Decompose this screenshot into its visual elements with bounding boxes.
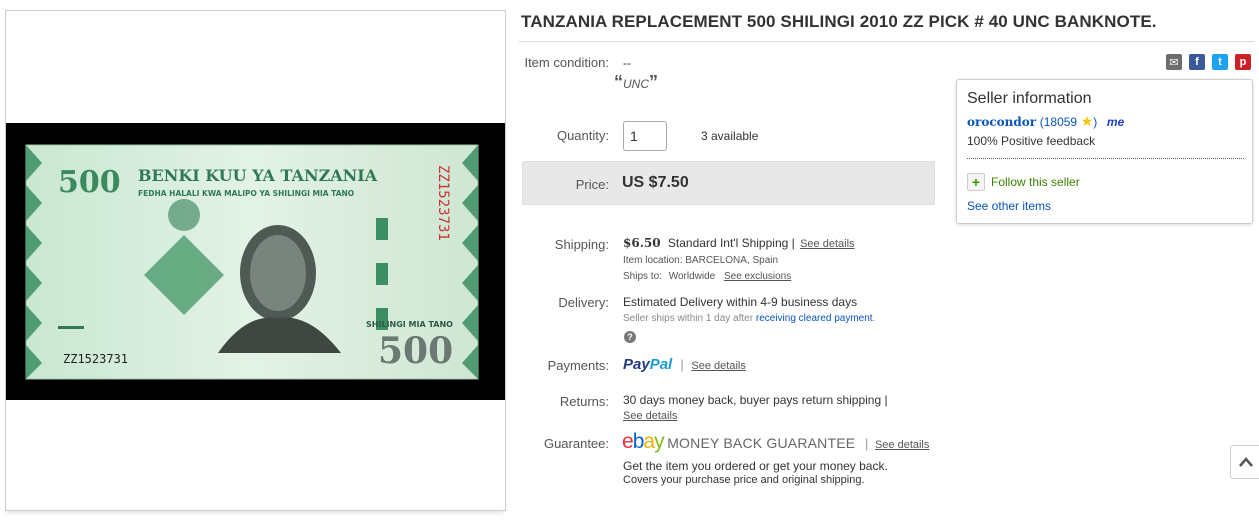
item-location: Item location: BARCELONA, Spain xyxy=(623,255,779,266)
money-back-guarantee: MONEY BACK GUARANTEE xyxy=(667,435,856,451)
note-subtitle: FEDHA HALALI KWA MALIPO YA SHILINGI MIA … xyxy=(138,189,354,198)
guarantee-details-link[interactable]: See details xyxy=(875,439,929,451)
email-icon[interactable]: ✉ xyxy=(1166,54,1182,70)
guarantee-line2: Covers your purchase price and original … xyxy=(623,474,865,486)
payments-details-link[interactable]: See details xyxy=(691,360,745,372)
price-label: Price: xyxy=(575,177,609,192)
shipping-details-link[interactable]: See details xyxy=(800,238,854,250)
price-value: US $7.50 xyxy=(622,174,689,191)
shipping-cost: $6.50 xyxy=(623,236,661,250)
title-divider xyxy=(519,41,1254,42)
note-amount-words: SHILINGI MIA TANO xyxy=(366,320,453,329)
facebook-icon[interactable]: f xyxy=(1189,54,1205,70)
shipping-line: $6.50 Standard Int'l Shipping | See deta… xyxy=(623,236,855,250)
twitter-icon[interactable]: t xyxy=(1212,54,1228,70)
condition-note-text: UNC xyxy=(623,77,649,91)
delivery-estimate: Estimated Delivery within 4-9 business d… xyxy=(623,295,858,309)
share-icons: ✉ f t p xyxy=(1166,54,1251,70)
condition-label: Item condition: xyxy=(524,55,609,70)
paypal-logo: PayPal xyxy=(623,356,676,373)
condition-value: -- xyxy=(623,56,631,70)
banknote-image[interactable]: 500 BENKI KUU YA TANZANIA FEDHA HALALI K… xyxy=(6,123,505,400)
guarantee-line: ebay MONEY BACK GUARANTEE | See details xyxy=(622,430,930,453)
seller-divider xyxy=(967,158,1244,159)
plus-icon: + xyxy=(967,173,985,191)
ebay-y: y xyxy=(654,430,664,453)
chevron-up-icon[interactable] xyxy=(1230,445,1259,479)
question-icon[interactable]: ? xyxy=(624,331,636,343)
seller-info-box: Seller information orocondor (18059 ★) m… xyxy=(956,79,1253,224)
shipping-label: Shipping: xyxy=(554,237,609,252)
quantity-input[interactable] xyxy=(623,121,667,151)
seller-user-line: orocondor (18059 ★) me xyxy=(967,113,1124,130)
seller-score-close: ) xyxy=(1093,115,1098,129)
guarantee-label: Guarantee: xyxy=(543,436,609,451)
ships-to-label: Ships to: xyxy=(623,271,662,282)
cleared-payment-link[interactable]: receiving cleared payment xyxy=(756,313,873,324)
delivery-label: Delivery: xyxy=(558,295,609,310)
returns-text: 30 days money back, buyer pays return sh… xyxy=(623,393,888,407)
seller-score-link[interactable]: (18059 xyxy=(1040,115,1077,129)
ebay-e: e xyxy=(622,430,634,453)
see-other-items-link[interactable]: See other items xyxy=(967,199,1051,213)
paypal-pay: Pay xyxy=(623,356,650,373)
note-serial-vertical: ZZ1523731 xyxy=(435,165,451,241)
note-bank-name: BENKI KUU YA TANZANIA xyxy=(138,166,378,185)
star-icon: ★ xyxy=(1080,113,1094,129)
shipping-method: Standard Int'l Shipping | xyxy=(667,236,795,250)
delivery-note-prefix: Seller ships within 1 day after xyxy=(623,313,754,324)
ebay-a: a xyxy=(643,430,655,453)
payments-line: PayPal | See details xyxy=(623,356,746,373)
delivery-note-suffix: . xyxy=(872,313,876,324)
note-denomination-top: 500 xyxy=(58,165,121,200)
ships-to-line: Ships to: Worldwide See exclusions xyxy=(623,271,791,282)
pinterest-icon[interactable]: p xyxy=(1235,54,1251,70)
condition-note: “UNC” xyxy=(614,72,658,92)
seller-info-heading: Seller information xyxy=(967,90,1092,107)
see-exclusions-link[interactable]: See exclusions xyxy=(724,271,791,282)
follow-seller-button[interactable]: + Follow this seller xyxy=(967,173,1080,191)
item-image-panel[interactable]: 500 BENKI KUU YA TANZANIA FEDHA HALALI K… xyxy=(5,10,506,511)
returns-details-link[interactable]: See details xyxy=(623,410,677,422)
payments-label: Payments: xyxy=(547,358,609,373)
note-serial-horizontal: ZZ1523731 xyxy=(63,352,128,366)
paypal-pal: Pal xyxy=(649,356,673,373)
delivery-note: Seller ships within 1 day after receivin… xyxy=(623,313,875,324)
listing-title: TANZANIA REPLACEMENT 500 SHILINGI 2010 Z… xyxy=(521,12,1157,31)
me-badge-icon[interactable]: me xyxy=(1107,115,1124,129)
ebay-b: b xyxy=(632,430,645,453)
ships-to-value: Worldwide xyxy=(668,271,716,282)
guarantee-line1: Get the item you ordered or get your mon… xyxy=(623,459,888,473)
returns-label: Returns: xyxy=(559,394,609,409)
seller-feedback: 100% Positive feedback xyxy=(967,134,1096,148)
note-denomination-bottom: 500 xyxy=(378,330,453,372)
follow-seller-label: Follow this seller xyxy=(991,175,1080,189)
ebay-logo: ebay xyxy=(622,430,665,453)
quantity-available: 3 available xyxy=(701,129,759,143)
seller-username-link[interactable]: orocondor xyxy=(967,115,1036,129)
quantity-label: Quantity: xyxy=(556,128,609,143)
